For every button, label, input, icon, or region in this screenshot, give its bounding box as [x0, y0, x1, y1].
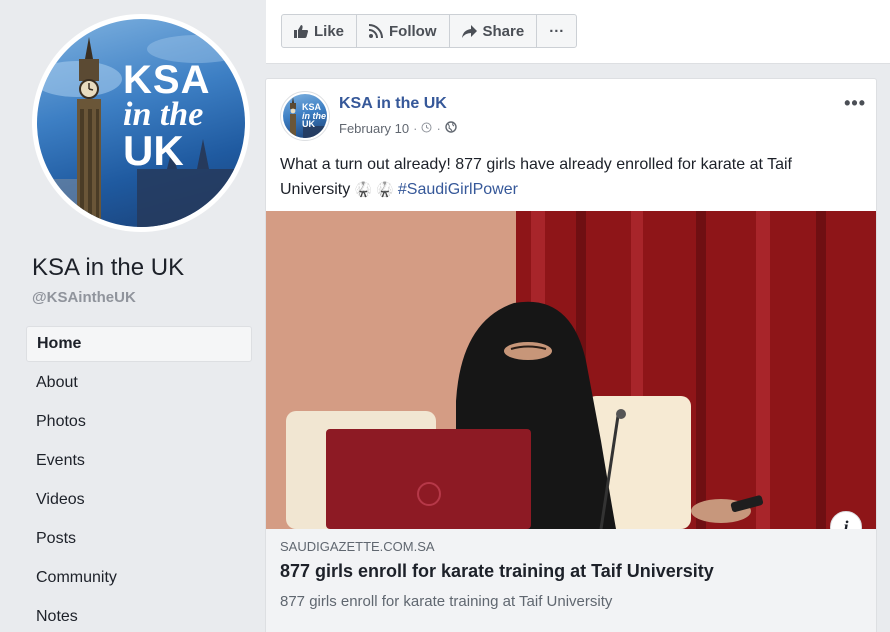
karate-emoji: 🥋 🥋 [354, 181, 394, 197]
profile-text-line1: KSA [123, 58, 211, 102]
post-hashtag[interactable]: #SaudiGirlPower [398, 181, 518, 198]
link-title[interactable]: 877 girls enroll for karate training at … [280, 561, 714, 582]
nav-item-about[interactable]: About [26, 365, 252, 404]
follow-button[interactable]: Follow [357, 15, 450, 47]
profile-picture-text: KSA in the UK [123, 58, 211, 175]
nav-item-videos[interactable]: Videos [26, 482, 252, 521]
post-body: What a turn out already! 877 girls have … [280, 153, 860, 202]
more-options-button[interactable]: ··· [537, 15, 576, 47]
page-title: KSA in the UK [32, 254, 185, 281]
post-card: KSA in the UK KSA in the UK February 10 … [265, 78, 877, 632]
avatar: KSA in the UK [283, 94, 327, 138]
clock-icon [421, 121, 432, 136]
rss-icon [369, 24, 384, 38]
post-options-button[interactable]: ••• [844, 93, 866, 114]
meta-separator: · [436, 121, 441, 136]
page-handle[interactable]: @KSAintheUK [32, 289, 136, 306]
globe-icon[interactable] [445, 121, 457, 136]
post-link-image[interactable]: i [266, 211, 876, 529]
link-domain: SAUDIGAZETTE.COM.SA [280, 539, 435, 554]
link-preview-photo [266, 211, 876, 529]
nav-item-notes[interactable]: Notes [26, 599, 252, 632]
post-author-name[interactable]: KSA in the UK [339, 95, 447, 113]
nav-item-events[interactable]: Events [26, 443, 252, 482]
left-sidebar: KSA in the UK KSA in the UK @KSAintheUK … [0, 0, 264, 632]
avatar-text: KSA in the UK [302, 103, 326, 129]
profile-picture[interactable]: KSA in the UK [32, 14, 250, 232]
follow-button-label: Follow [389, 22, 437, 40]
nav-item-home[interactable]: Home [26, 326, 252, 362]
link-description: 877 girls enroll for karate training at … [280, 593, 613, 610]
post-author-avatar[interactable]: KSA in the UK [280, 91, 330, 141]
profile-picture-image: KSA in the UK [37, 19, 245, 227]
thumbs-up-icon [294, 24, 308, 38]
nav-item-community[interactable]: Community [26, 560, 252, 599]
page-nav: Home About Photos Events Videos Posts Co… [26, 326, 252, 632]
share-button[interactable]: Share [450, 15, 538, 47]
post-date[interactable]: February 10 [339, 121, 409, 136]
share-button-label: Share [482, 22, 525, 40]
like-button-label: Like [314, 22, 345, 40]
meta-separator: · [413, 121, 418, 136]
nav-item-posts[interactable]: Posts [26, 521, 252, 560]
avatar-text-line3: UK [302, 119, 315, 130]
link-preview[interactable]: SAUDIGAZETTE.COM.SA 877 girls enroll for… [266, 529, 876, 632]
share-arrow-icon [461, 24, 477, 38]
more-dots-icon: ··· [549, 22, 565, 40]
profile-text-line3: UK [123, 127, 184, 175]
like-button[interactable]: Like [282, 15, 358, 47]
action-button-group: Like Follow Share ··· [281, 14, 578, 48]
page-action-bar: Like Follow Share ··· [266, 0, 890, 64]
post-meta: February 10 · · [339, 121, 457, 136]
nav-item-photos[interactable]: Photos [26, 404, 252, 443]
